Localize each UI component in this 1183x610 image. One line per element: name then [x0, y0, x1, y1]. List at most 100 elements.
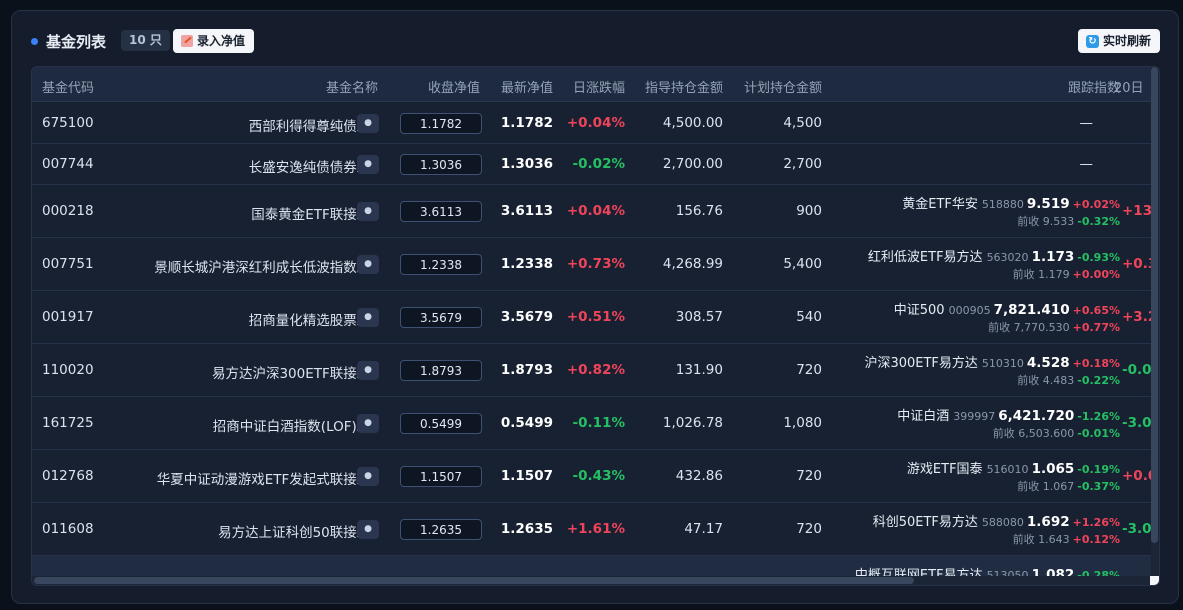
fund-tag-button[interactable]: ● — [357, 467, 379, 486]
index-name: 黄金ETF华安 — [902, 197, 978, 212]
latest-nav: 1.2635 — [500, 521, 553, 537]
fund-code: 675100 — [42, 115, 94, 131]
realtime-refresh-button[interactable]: ↻ 实时刷新 — [1077, 29, 1160, 53]
fund-tag-button[interactable]: ● — [357, 308, 379, 327]
index-value: 9.519 — [1026, 196, 1070, 212]
index-value: 7,821.410 — [993, 302, 1070, 318]
tracking-index: 科创50ETF易方达 588080 1.692 +1.26% — [873, 511, 1120, 530]
plan-amount: 540 — [796, 309, 822, 325]
col-latest-nav[interactable]: 最新净值 — [501, 77, 553, 96]
plan-amount: 720 — [796, 521, 822, 537]
plan-amount: 900 — [796, 203, 822, 219]
table-row[interactable]: 011608 易方达上证科创50联接A● 1.2635 +1.61% 47.17 720 科… — [32, 503, 1159, 556]
table-row[interactable]: 007751 景顺长城沪港深红利成长低波指数A● 1.2338 +0.73% 4,268… — [32, 238, 1159, 291]
daily-change: +0.51% — [566, 309, 625, 325]
fund-name[interactable]: 易方达上证科创50联接A — [218, 521, 366, 541]
fund-tag-button[interactable]: ● — [357, 202, 379, 221]
prev-close-value: 1.179 — [1038, 268, 1070, 281]
col-daily-change[interactable]: 日涨跌幅 — [573, 77, 625, 96]
prev-close-value: 9.533 — [1042, 215, 1075, 228]
fund-tag-button[interactable]: ● — [357, 520, 379, 539]
enter-nav-button[interactable]: 录入净值 — [173, 29, 255, 53]
tracking-index: 沪深300ETF易方达 510310 4.528 +0.18% — [864, 352, 1120, 371]
fund-name[interactable]: 华夏中证动漫游戏ETF发起式联接A — [157, 468, 366, 488]
index-name: 红利低波ETF易方达 — [867, 250, 983, 265]
fund-name[interactable]: 国泰黄金ETF联接A — [251, 203, 366, 223]
twenty-day-change: -0.0 — [1122, 362, 1152, 378]
close-nav-input[interactable] — [400, 113, 482, 134]
table-row[interactable]: 001917 招商量化精选股票A● 3.5679 +0.51% 308.57 540 中证5… — [32, 291, 1159, 344]
no-index-placeholder: — — [1079, 115, 1094, 131]
guide-amount: 156.76 — [675, 203, 723, 219]
table-row[interactable]: 110020 易方达沪深300ETF联接A● 1.8793 +0.82% 131.90 7… — [32, 344, 1159, 397]
vertical-scrollbar[interactable] — [1151, 67, 1159, 577]
daily-change: -0.11% — [572, 415, 625, 431]
prev-close-change: +0.00% — [1072, 268, 1120, 281]
prev-close-label: 前收 — [1012, 533, 1035, 546]
guide-amount: 1,026.78 — [662, 415, 723, 431]
scroll-corner — [1150, 576, 1159, 585]
index-value: 4.528 — [1026, 355, 1070, 371]
index-code: 000905 — [948, 304, 991, 317]
col-plan-amount[interactable]: 计划持仓金额 — [744, 77, 822, 96]
no-index-placeholder: — — [1079, 156, 1094, 172]
index-code: 510310 — [981, 357, 1024, 370]
table-row[interactable]: 012768 华夏中证动漫游戏ETF发起式联接A● 1.1507 -0.43% 432.… — [32, 450, 1159, 503]
index-code: 563020 — [986, 251, 1029, 264]
plan-amount: 720 — [796, 468, 822, 484]
table-row[interactable]: 000218 国泰黄金ETF联接A● 3.6113 +0.04% 156.76 900 黄金… — [32, 185, 1159, 238]
index-name: 中证白酒 — [897, 409, 950, 424]
twenty-day-change: -3.0 — [1122, 521, 1152, 537]
fund-name[interactable]: 西部利得得尊纯债A — [249, 115, 366, 135]
col-tracking-index[interactable]: 跟踪指数 — [1068, 77, 1120, 96]
daily-change: +0.82% — [566, 362, 625, 378]
plan-amount: 1,080 — [783, 415, 822, 431]
fund-code: 161725 — [42, 415, 94, 431]
col-20d[interactable]: 20日 — [1114, 77, 1144, 96]
fund-tag-button[interactable]: ● — [357, 114, 379, 133]
close-nav-input[interactable] — [400, 254, 482, 275]
col-fund-code[interactable]: 基金代码 — [42, 77, 94, 96]
table-row[interactable]: 161725 招商中证白酒指数(LOF)A● 0.5499 -0.11% 1,026.7… — [32, 397, 1159, 450]
close-nav-input[interactable] — [400, 307, 482, 328]
horizontal-scrollbar[interactable] — [32, 576, 1152, 585]
latest-nav: 3.5679 — [500, 309, 553, 325]
close-nav-input[interactable] — [400, 154, 482, 175]
prev-close-change: +0.77% — [1072, 321, 1120, 334]
fund-name[interactable]: 景顺长城沪港深红利成长低波指数A — [154, 256, 366, 276]
prev-close-change: -0.32% — [1077, 215, 1120, 228]
latest-nav: 1.3036 — [500, 156, 553, 172]
prev-close-label: 前收 — [1017, 215, 1040, 228]
fund-name[interactable]: 招商中证白酒指数(LOF)A — [213, 415, 366, 435]
close-nav-input[interactable] — [400, 519, 482, 540]
fund-name[interactable]: 长盛安逸纯债债券A — [249, 156, 366, 176]
fund-tag-button[interactable]: ● — [357, 414, 379, 433]
vertical-scroll-thumb[interactable] — [1151, 67, 1158, 543]
fund-tag-button[interactable]: ● — [357, 361, 379, 380]
fund-name[interactable]: 招商量化精选股票A — [249, 309, 366, 329]
col-guide-amount[interactable]: 指导持仓金额 — [645, 77, 723, 96]
index-code: 588080 — [981, 516, 1024, 529]
fund-name[interactable]: 易方达沪深300ETF联接A — [212, 362, 366, 382]
col-close-nav[interactable]: 收盘净值 — [428, 77, 480, 96]
table-row[interactable]: 675100 西部利得得尊纯债A● 1.1782 +0.04% 4,500.00 4,50… — [32, 103, 1159, 144]
horizontal-scroll-thumb[interactable] — [34, 577, 914, 584]
prev-close-change: -0.22% — [1077, 374, 1120, 387]
close-nav-input[interactable] — [400, 413, 482, 434]
close-nav-input[interactable] — [400, 466, 482, 487]
daily-change: -0.02% — [572, 156, 625, 172]
prev-close-value: 7,770.530 — [1013, 321, 1070, 334]
close-nav-input[interactable] — [400, 360, 482, 381]
col-fund-name[interactable]: 基金名称 — [326, 77, 378, 96]
daily-change: +0.73% — [566, 256, 625, 272]
index-prev-close: 前收 1.179 +0.00% — [1013, 266, 1120, 282]
close-nav-input[interactable] — [400, 201, 482, 222]
edit-icon — [181, 35, 193, 47]
index-change: -0.93% — [1077, 251, 1120, 264]
fund-tag-button[interactable]: ● — [357, 255, 379, 274]
index-value: 6,421.720 — [998, 408, 1075, 424]
fund-list-panel: 基金列表 10 只 录入净值 ↻ 实时刷新 基金代码 基金名称 收盘净值 最新净… — [11, 10, 1179, 604]
fund-tag-button[interactable]: ● — [357, 155, 379, 174]
table-row[interactable]: 007744 长盛安逸纯债债券A● 1.3036 -0.02% 2,700.00 2,70… — [32, 144, 1159, 185]
title-dot-icon — [31, 38, 38, 45]
